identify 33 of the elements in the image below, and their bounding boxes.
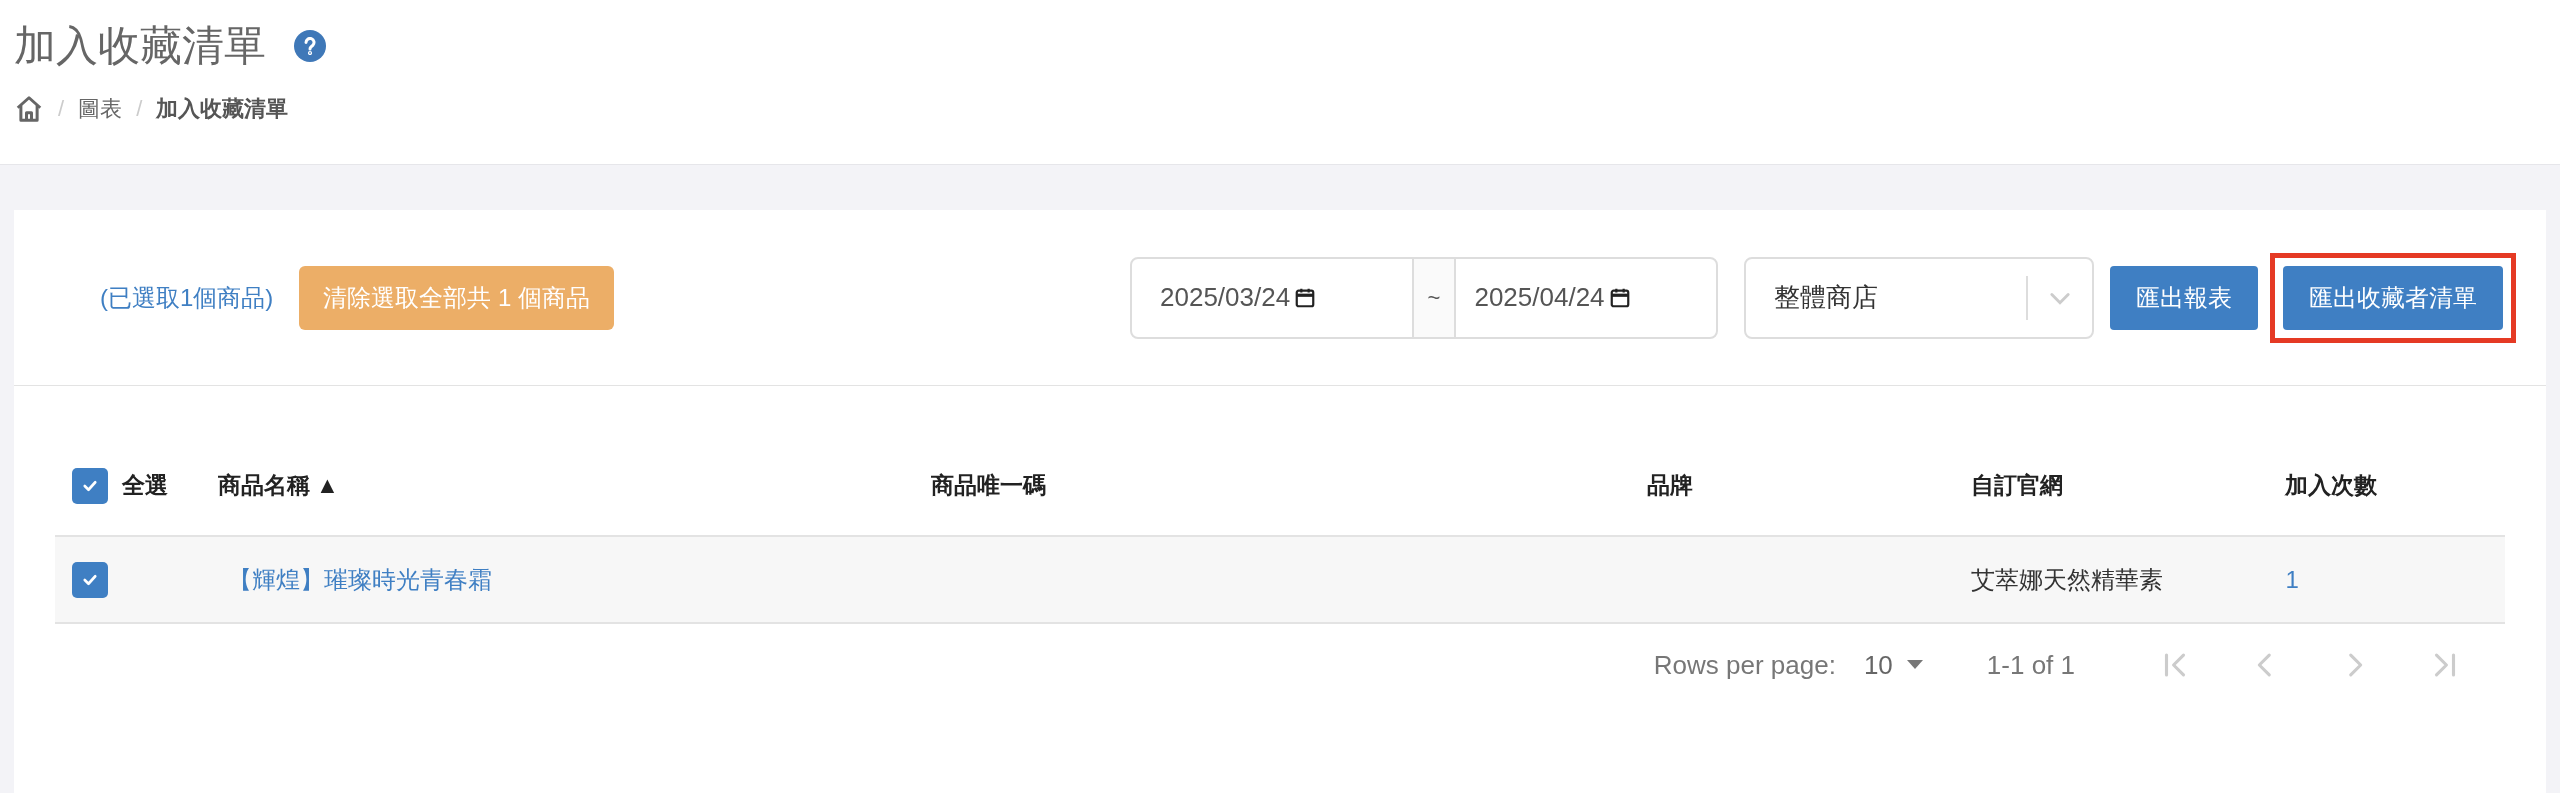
help-icon[interactable] (294, 30, 326, 62)
breadcrumb-item: 加入收藏清單 (156, 95, 289, 123)
end-date-value: 2025/04/24 (1474, 281, 1605, 314)
product-link[interactable]: 【輝煌】璀璨時光青春霜 (227, 565, 492, 593)
table-row[interactable]: 【輝煌】璀璨時光青春霜 艾萃娜天然精華素 1 (55, 537, 2505, 624)
count-link[interactable]: 1 (2285, 565, 2299, 593)
store-select[interactable]: 整體商店 (1744, 256, 2094, 339)
page-range: 1-1 of 1 (1986, 648, 2075, 682)
rows-per-page-label: Rows per page: (1653, 648, 1836, 682)
caret-icon (1906, 660, 1923, 670)
column-header[interactable]: 商品名稱 ▲ (217, 468, 339, 503)
export-button[interactable]: 匯出收藏者清單 (2283, 265, 2503, 330)
range-separator: ~ (1411, 258, 1457, 337)
checkbox[interactable] (72, 561, 108, 598)
rows-per-page-select[interactable]: 10 (1863, 645, 1923, 685)
breadcrumb-separator: / (136, 95, 143, 123)
column-header[interactable]: 商品唯一碼 (931, 468, 1047, 503)
calendar-icon[interactable] (1294, 286, 1317, 309)
breadcrumb-separator: / (58, 95, 65, 123)
column-header[interactable]: 自訂官網 (1971, 468, 2064, 503)
date-range-field[interactable]: 2025/03/24 ~ 2025/04/24 (1130, 256, 1718, 339)
table-cell: 艾萃娜天然精華素 (1971, 565, 2164, 593)
column-header[interactable]: 品牌 (1646, 468, 1693, 503)
home-icon[interactable] (14, 93, 44, 124)
checkbox[interactable] (72, 467, 108, 504)
calendar-icon[interactable] (1608, 286, 1631, 309)
page-title: 加入收藏清單 (14, 21, 266, 71)
export-button[interactable]: 匯出報表 (2110, 265, 2258, 330)
breadcrumb-item[interactable]: 圖表 (78, 92, 123, 125)
select-all-label: 全選 (122, 471, 168, 501)
column-header[interactable]: 加入次數 (2285, 468, 2378, 503)
start-date-value: 2025/03/24 (1160, 281, 1291, 314)
selection-count: (已選取1個商品) (100, 282, 274, 313)
